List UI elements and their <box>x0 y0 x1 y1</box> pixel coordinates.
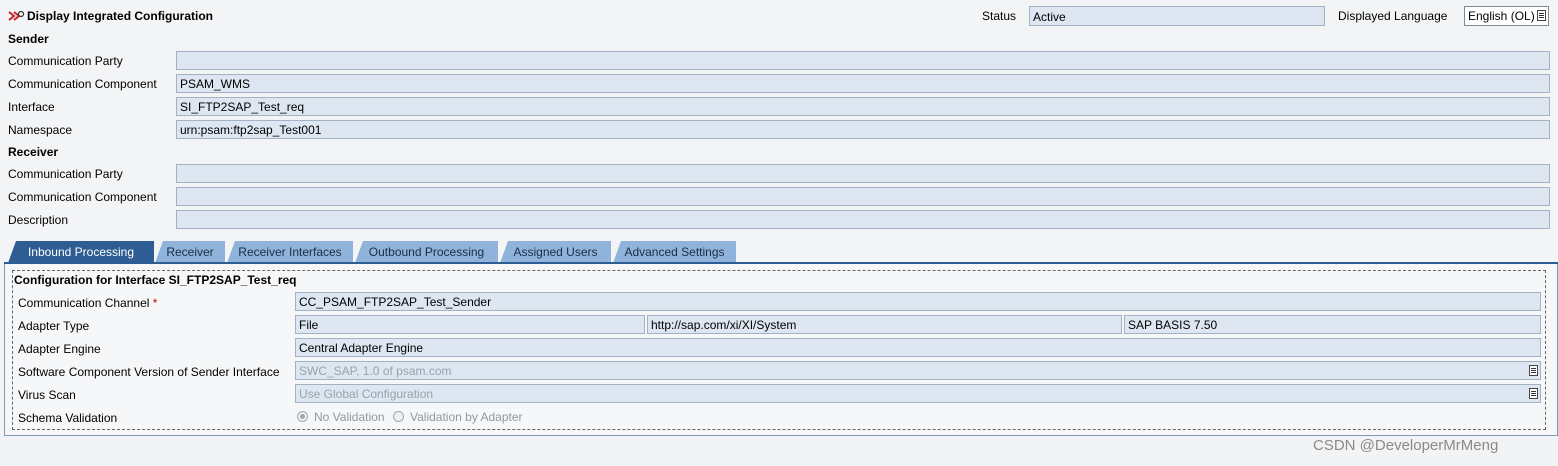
virus-scan-field[interactable]: Use Global Configuration <box>295 384 1541 403</box>
radio-no-validation[interactable] <box>297 411 308 422</box>
receiver-section-title: Receiver <box>8 145 59 159</box>
swcv-label: Software Component Version of Sender Int… <box>18 365 280 379</box>
page-title: Display Integrated Configuration <box>27 9 214 23</box>
displayed-language-label: Displayed Language <box>1338 9 1448 23</box>
sender-interface-label: Interface <box>8 100 55 114</box>
tab-outbound-processing[interactable]: Outbound Processing <box>355 241 498 263</box>
tab-receiver[interactable]: Receiver <box>155 241 225 263</box>
virus-scan-label: Virus Scan <box>18 388 76 402</box>
required-marker: * <box>152 296 158 310</box>
swcv-value: SWC_SAP, 1.0 of psam.com <box>299 364 452 378</box>
watermark-text: CSDN @DeveloperMrMeng <box>1313 437 1499 454</box>
receiver-description-label: Description <box>8 213 69 227</box>
adapter-engine-field: Central Adapter Engine <box>295 338 1541 357</box>
integrated-config-icon <box>8 10 25 21</box>
sender-namespace-field: urn:psam:ftp2sap_Test001 <box>176 120 1550 139</box>
receiver-party-field <box>176 164 1550 183</box>
receiver-component-field <box>176 187 1550 206</box>
sender-component-label: Communication Component <box>8 77 157 91</box>
tab-inbound-processing[interactable]: Inbound Processing <box>8 241 154 263</box>
configuration-title: Configuration for Interface SI_FTP2SAP_T… <box>14 273 297 287</box>
channel-label: Communication Channel * <box>18 296 157 310</box>
sender-interface-field: SI_FTP2SAP_Test_req <box>176 97 1550 116</box>
adapter-type-label: Adapter Type <box>18 319 90 333</box>
displayed-language-select[interactable]: English (OL) <box>1464 6 1549 26</box>
value-help-icon[interactable] <box>1537 10 1546 21</box>
status-field: Active <box>1029 6 1325 26</box>
radio-validation-by-adapter[interactable] <box>393 411 404 422</box>
value-help-icon[interactable] <box>1529 388 1538 399</box>
adapter-engine-label: Adapter Engine <box>18 342 101 356</box>
virus-scan-value: Use Global Configuration <box>299 387 434 401</box>
schema-validation-label: Schema Validation <box>18 411 118 425</box>
communication-channel-field: CC_PSAM_FTP2SAP_Test_Sender <box>295 292 1541 311</box>
value-help-icon[interactable] <box>1529 365 1538 376</box>
tab-assigned-users[interactable]: Assigned Users <box>500 241 611 263</box>
sender-section-title: Sender <box>8 32 49 46</box>
receiver-component-label: Communication Component <box>8 190 157 204</box>
sender-party-label: Communication Party <box>8 54 123 68</box>
adapter-namespace-field: http://sap.com/xi/XI/System <box>647 315 1122 334</box>
tab-advanced-settings[interactable]: Advanced Settings <box>613 241 736 263</box>
sender-party-field <box>176 51 1550 70</box>
receiver-party-label: Communication Party <box>8 167 123 181</box>
sender-namespace-label: Namespace <box>8 123 73 137</box>
radio-no-validation-label: No Validation <box>314 410 385 424</box>
tab-receiver-interfaces[interactable]: Receiver Interfaces <box>227 241 353 263</box>
receiver-description-field <box>176 210 1550 229</box>
adapter-type-field: File <box>295 315 645 334</box>
swcv-field[interactable]: SWC_SAP, 1.0 of psam.com <box>295 361 1541 380</box>
status-label: Status <box>982 9 1017 23</box>
sender-component-field: PSAM_WMS <box>176 74 1550 93</box>
adapter-swc-field: SAP BASIS 7.50 <box>1124 315 1541 334</box>
displayed-language-value: English (OL) <box>1468 9 1535 23</box>
radio-validation-by-adapter-label: Validation by Adapter <box>410 410 523 424</box>
channel-label-text: Communication Channel <box>18 296 150 310</box>
